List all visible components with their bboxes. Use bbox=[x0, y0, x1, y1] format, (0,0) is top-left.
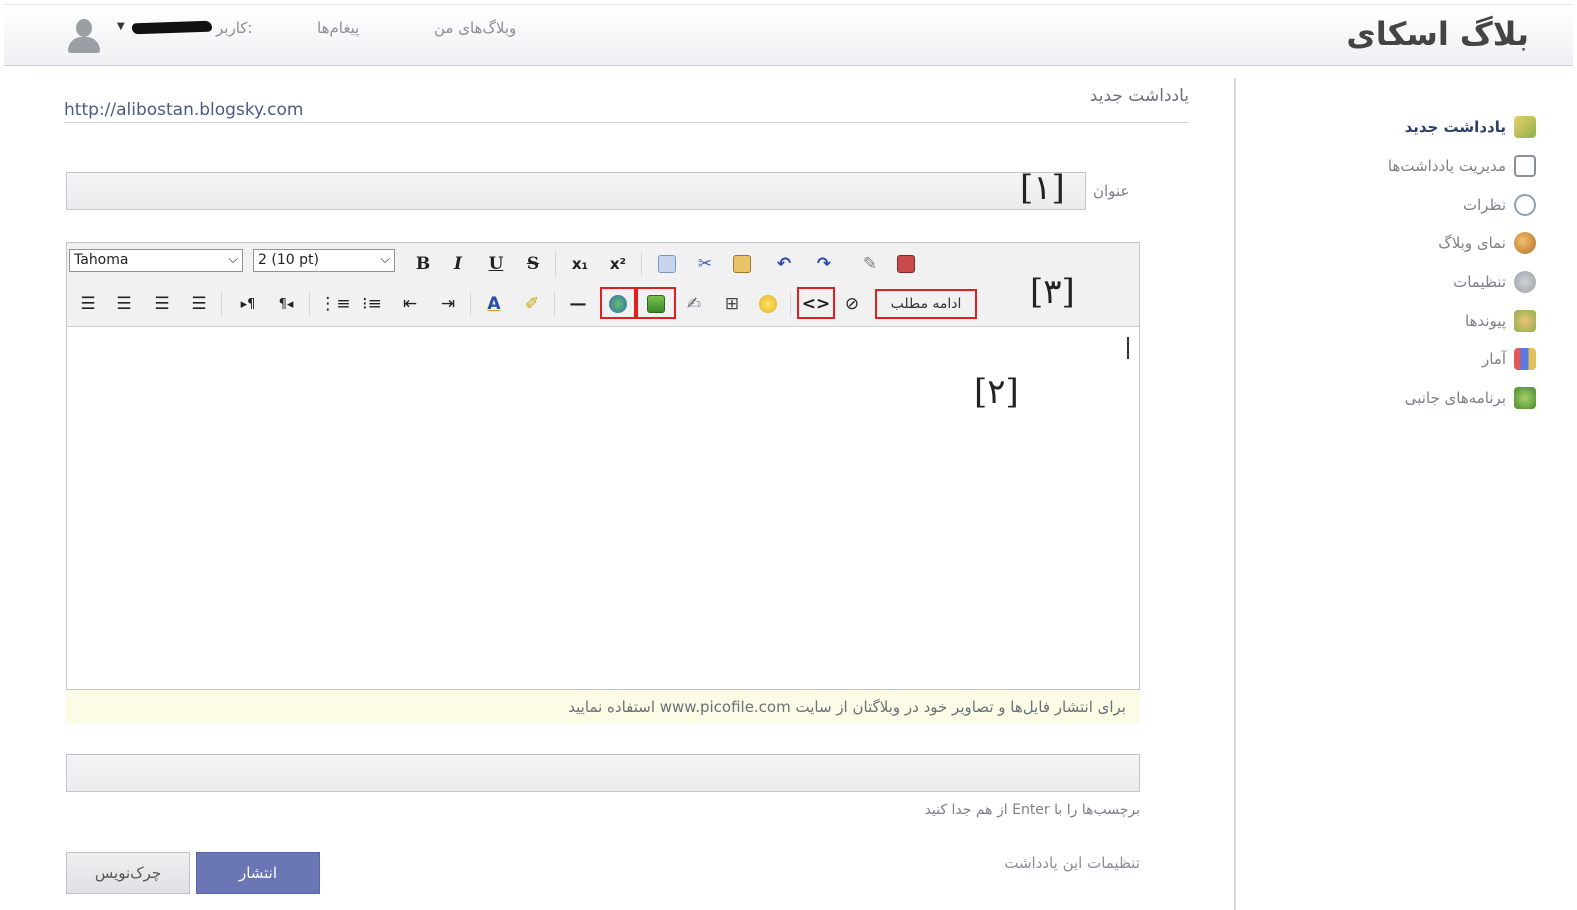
cut-icon[interactable]: ✂ bbox=[692, 251, 718, 277]
title-input[interactable] bbox=[66, 172, 1086, 210]
heading-divider bbox=[64, 122, 1189, 123]
sidebar-item-label: مدیریت یادداشت‌ها bbox=[1387, 157, 1506, 175]
edit-form-icon[interactable]: ✍ bbox=[681, 291, 707, 317]
page-title: یادداشت جدید bbox=[1089, 86, 1189, 106]
comments-icon bbox=[1514, 194, 1536, 216]
font-family-value: Tahoma bbox=[74, 252, 129, 268]
clear-icon[interactable]: ⊘ bbox=[839, 291, 865, 317]
sidebar-item-plugins[interactable]: برنامه‌های جانبی bbox=[1405, 387, 1536, 409]
undo-icon[interactable]: ↶ bbox=[771, 251, 797, 277]
sidebar: یادداشت جدید مدیریت یادداشت‌ها نظرات نما… bbox=[1234, 78, 1573, 910]
align-right-icon[interactable]: ☰ bbox=[149, 291, 175, 317]
rtl-icon[interactable]: ¶◂ bbox=[273, 291, 299, 317]
sidebar-item-label: برنامه‌های جانبی bbox=[1404, 389, 1506, 407]
subscript-icon[interactable]: x₁ bbox=[567, 251, 593, 277]
insert-table-icon[interactable]: ⊞ bbox=[719, 291, 745, 317]
paste-icon[interactable] bbox=[729, 251, 755, 277]
unordered-list-icon[interactable]: ⁝≡ bbox=[359, 291, 385, 317]
avatar-body bbox=[68, 37, 100, 53]
links-icon bbox=[1514, 310, 1536, 332]
tags-input[interactable] bbox=[66, 754, 1140, 792]
copy-icon[interactable] bbox=[654, 251, 680, 277]
post-settings-link[interactable]: تنظیمات این یادداشت bbox=[1004, 854, 1140, 872]
remove-format-icon[interactable]: ✎ bbox=[857, 251, 883, 277]
marker-3: [۳] bbox=[1030, 272, 1075, 312]
redo-icon[interactable]: ↷ bbox=[811, 251, 837, 277]
sidebar-item-label: تنظیمات bbox=[1453, 273, 1506, 291]
sidebar-item-comments[interactable]: نظرات bbox=[1463, 194, 1536, 216]
read-more-button[interactable]: ادامه مطلب bbox=[875, 289, 977, 319]
redacted-username bbox=[131, 20, 213, 35]
toolbar-separator bbox=[790, 292, 791, 316]
user-label: کاربر: bbox=[216, 19, 253, 37]
settings-icon bbox=[1514, 271, 1536, 293]
font-size-value: 2 (10 pt) bbox=[258, 252, 319, 268]
sidebar-item-new-post[interactable]: یادداشت جدید bbox=[1405, 116, 1536, 138]
toolbar-separator bbox=[309, 292, 310, 316]
sidebar-item-label: نظرات bbox=[1462, 196, 1506, 214]
new-post-icon bbox=[1514, 116, 1536, 138]
emoticon-icon[interactable] bbox=[755, 291, 781, 317]
sidebar-item-label: پیوندها bbox=[1465, 312, 1506, 330]
plugins-icon bbox=[1514, 387, 1536, 409]
nav-messages[interactable]: پیغام‌ها bbox=[317, 19, 359, 37]
sidebar-item-blog-view[interactable]: نمای وبلاگ bbox=[1438, 232, 1536, 254]
tags-hint: برچسب‌ها را با Enter از هم جدا کنید bbox=[924, 802, 1140, 818]
draft-button[interactable]: چرک‌نویس bbox=[66, 852, 190, 894]
insert-image-icon[interactable] bbox=[643, 291, 669, 317]
underline-icon[interactable]: U bbox=[483, 251, 509, 277]
blog-url-link[interactable]: http://alibostan.blogsky.com bbox=[64, 100, 303, 120]
toolbar-separator bbox=[470, 292, 471, 316]
font-family-select[interactable]: Tahoma ⌵ bbox=[69, 249, 243, 272]
toolbar-separator bbox=[555, 252, 556, 276]
editor-toolbar: Tahoma ⌵ 2 (10 pt) ⌵ B I U S x₁ x² ✂ ↶ ↷… bbox=[67, 243, 1139, 327]
align-left-icon[interactable]: ☰ bbox=[75, 291, 101, 317]
text-color-icon[interactable]: A bbox=[481, 291, 507, 317]
outdent-icon[interactable]: ⇤ bbox=[397, 291, 423, 317]
marker-1: [۱] bbox=[1020, 168, 1065, 208]
toolbar-separator bbox=[221, 292, 222, 316]
sidebar-item-settings[interactable]: تنظیمات bbox=[1453, 271, 1536, 293]
rich-text-editor: Tahoma ⌵ 2 (10 pt) ⌵ B I U S x₁ x² ✂ ↶ ↷… bbox=[66, 242, 1140, 690]
sidebar-item-links[interactable]: پیوندها bbox=[1465, 310, 1536, 332]
horizontal-rule-icon[interactable]: — bbox=[565, 291, 591, 317]
bold-icon[interactable]: B bbox=[410, 251, 436, 277]
highlight-color-icon[interactable]: ✐ bbox=[519, 291, 545, 317]
chevron-down-icon: ⌵ bbox=[380, 252, 390, 267]
title-label: عنوان bbox=[1093, 182, 1130, 200]
superscript-icon[interactable]: x² bbox=[605, 251, 631, 277]
font-size-select[interactable]: 2 (10 pt) ⌵ bbox=[253, 249, 395, 272]
brand-logo[interactable]: بلاگ اسکای bbox=[1346, 15, 1529, 53]
toolbar-separator bbox=[554, 292, 555, 316]
ordered-list-icon[interactable]: ⋮≡ bbox=[319, 291, 350, 317]
sidebar-item-label: یادداشت جدید bbox=[1404, 118, 1506, 136]
stats-icon bbox=[1514, 348, 1536, 370]
sidebar-item-manage-posts[interactable]: مدیریت یادداشت‌ها bbox=[1388, 155, 1536, 177]
ltr-icon[interactable]: ▸¶ bbox=[235, 291, 261, 317]
align-center-icon[interactable]: ☰ bbox=[111, 291, 137, 317]
nav-my-blogs[interactable]: وبلاگ‌های من bbox=[434, 19, 516, 37]
chevron-down-icon: ⌵ bbox=[228, 252, 238, 267]
manage-posts-icon bbox=[1514, 155, 1536, 177]
sidebar-item-stats[interactable]: آمار bbox=[1482, 348, 1536, 370]
upload-notice: برای انتشار فایل‌ها و تصاویر خود در وبلا… bbox=[66, 690, 1140, 724]
paste-word-icon[interactable] bbox=[893, 251, 919, 277]
text-cursor bbox=[1127, 337, 1129, 359]
top-bar: بلاگ اسکای ▼ کاربر: پیغام‌ها وبلاگ‌های م… bbox=[4, 4, 1573, 66]
marker-2: [۲] bbox=[974, 372, 1019, 412]
avatar-head bbox=[76, 19, 92, 37]
italic-icon[interactable]: I bbox=[445, 251, 471, 277]
insert-link-icon[interactable] bbox=[605, 291, 631, 317]
blog-view-icon bbox=[1514, 232, 1536, 254]
strikethrough-icon[interactable]: S bbox=[520, 251, 546, 277]
user-menu-arrow-icon[interactable]: ▼ bbox=[117, 21, 125, 32]
toolbar-separator bbox=[641, 252, 642, 276]
align-justify-icon[interactable]: ☰ bbox=[186, 291, 212, 317]
sidebar-item-label: نمای وبلاگ bbox=[1438, 234, 1506, 252]
user-avatar[interactable] bbox=[64, 17, 104, 57]
sidebar-item-label: آمار bbox=[1481, 350, 1506, 368]
publish-button[interactable]: انتشار bbox=[196, 852, 320, 894]
html-source-icon[interactable]: <> bbox=[802, 291, 831, 317]
indent-icon[interactable]: ⇥ bbox=[435, 291, 461, 317]
